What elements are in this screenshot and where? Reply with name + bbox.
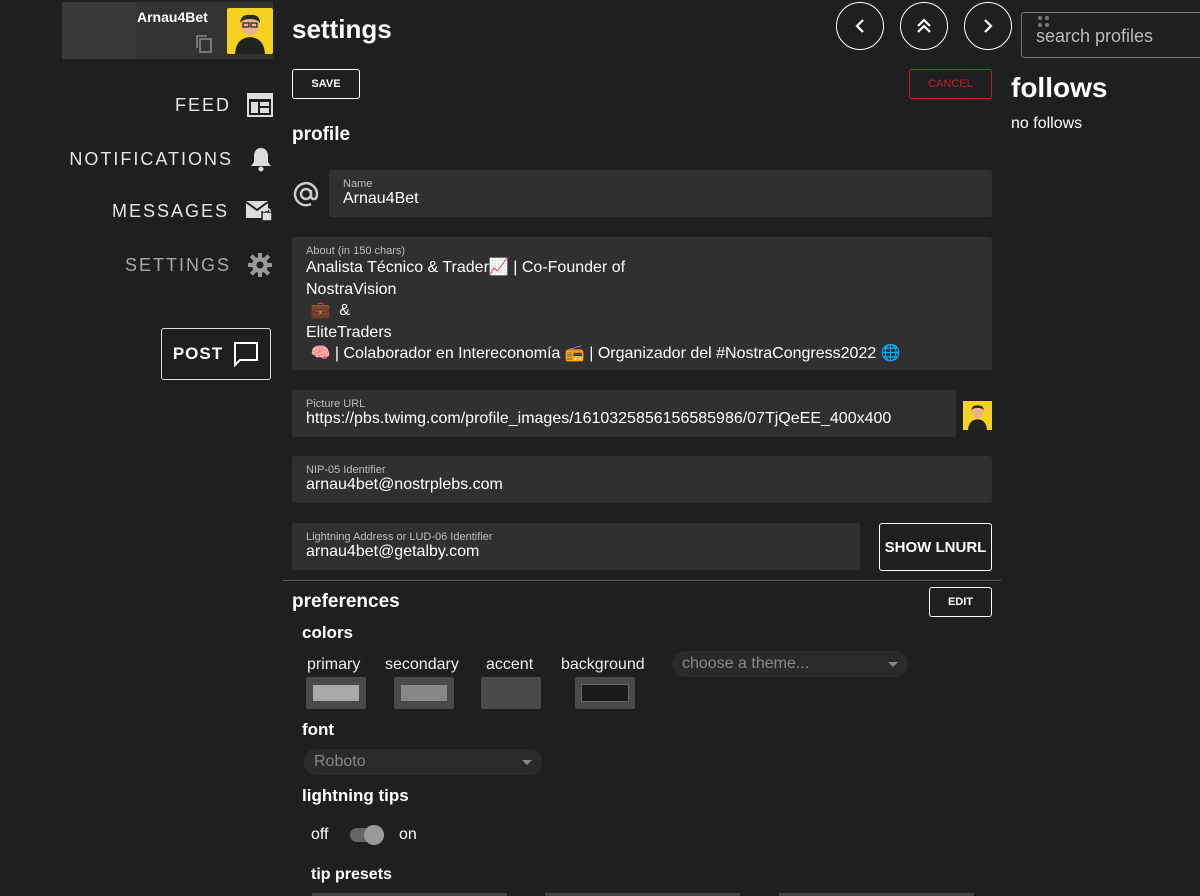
sidebar-item-label: FEED [174,94,231,115]
color-label-secondary: secondary [385,656,459,673]
post-button[interactable]: POST [161,328,271,380]
toggle-off-label: off [311,826,329,843]
back-button[interactable] [836,2,884,50]
back-icon [852,18,868,34]
comment-icon [233,341,259,367]
profile-section-title: profile [292,124,351,145]
search-input[interactable] [1034,25,1200,48]
theme-select[interactable]: choose a theme... [672,651,908,677]
name-field[interactable]: Name Arnau4Bet [329,170,992,217]
lightning-address-field[interactable]: Lightning Address or LUD-06 Identifier a… [292,523,860,570]
copy-icon[interactable] [195,34,213,54]
colors-title: colors [302,623,354,642]
color-swatch-fill [401,685,447,701]
lightning-address-label: Lightning Address or LUD-06 Identifier [306,531,493,543]
lightning-tips-toggle[interactable] [350,824,386,846]
about-field-value[interactable]: Analista Técnico & Trader📈 | Co-Founder … [306,257,901,365]
font-select-value: Roboto [314,753,366,770]
post-button-label: POST [172,344,224,363]
color-label-background: background [561,656,645,673]
forward-icon [980,18,996,34]
show-lnurl-button[interactable]: SHOW LNURL [879,523,992,571]
about-field-label: About (in 150 chars) [306,245,406,257]
sidebar-item-messages[interactable]: MESSAGES [112,199,273,223]
divider [283,580,1001,581]
profile-card-shade [62,2,136,59]
double-up-icon [915,17,933,35]
search-box[interactable] [1021,12,1200,58]
cancel-button[interactable]: CANCEL [909,69,992,99]
nip05-label: NIP-05 Identifier [306,464,386,476]
avatar[interactable] [227,8,273,54]
toggle-on-label: on [399,826,417,843]
color-label-accent: accent [486,656,534,673]
font-title: font [302,720,335,739]
feed-icon [247,93,273,117]
color-swatch-fill [313,685,359,701]
toggle-knob [364,825,384,845]
color-swatch-background[interactable] [575,677,635,709]
nip05-value[interactable]: arnau4bet@nostrplebs.com [306,476,503,494]
mail-lock-icon [245,199,273,223]
color-label-primary: primary [307,656,361,673]
sidebar-item-label: SETTINGS [124,254,231,275]
tip-presets-title: tip presets [311,866,392,883]
color-swatch-fill [581,684,629,702]
picture-url-value[interactable]: https://pbs.twimg.com/profile_images/161… [306,410,891,428]
page-title: settings [292,14,392,44]
picture-preview [963,401,992,430]
sidebar-username: Arnau4Bet [137,9,208,25]
about-field[interactable]: About (in 150 chars) Analista Técnico & … [292,237,992,370]
name-field-value[interactable]: Arnau4Bet [343,190,419,208]
scroll-top-button[interactable] [900,2,948,50]
color-swatch-fill [488,685,534,701]
edit-button[interactable]: EDIT [929,587,992,617]
lightning-address-value[interactable]: arnau4bet@getalby.com [306,543,479,561]
name-field-label: Name [343,178,373,190]
picture-url-field[interactable]: Picture URL https://pbs.twimg.com/profil… [292,390,956,437]
profile-card[interactable]: Arnau4Bet [62,2,273,59]
color-swatch-primary[interactable] [306,677,366,709]
color-swatch-secondary[interactable] [394,677,454,709]
caret-down-icon [888,661,898,667]
sidebar-item-label: MESSAGES [111,200,229,221]
picture-url-label: Picture URL [306,398,366,410]
sidebar-item-feed[interactable]: FEED [175,93,273,117]
nip05-field[interactable]: NIP-05 Identifier arnau4bet@nostrplebs.c… [292,456,992,503]
gear-icon [247,252,273,278]
preferences-section-title: preferences [292,591,400,612]
caret-down-icon [522,759,532,765]
font-select[interactable]: Roboto [304,749,542,775]
sidebar-item-settings[interactable]: SETTINGS [125,252,273,278]
save-button[interactable]: SAVE [292,69,360,99]
forward-button[interactable] [964,2,1012,50]
follows-title: follows [1011,72,1108,103]
sidebar-item-notifications[interactable]: NOTIFICATIONS [69,146,273,172]
color-swatch-accent[interactable] [481,677,541,709]
lightning-tips-title: lightning tips [302,786,409,805]
sidebar-item-label: NOTIFICATIONS [69,148,233,169]
follows-empty-text: no follows [1011,115,1083,132]
at-icon [292,180,320,208]
bell-icon [249,146,273,172]
theme-select-value: choose a theme... [682,655,810,672]
